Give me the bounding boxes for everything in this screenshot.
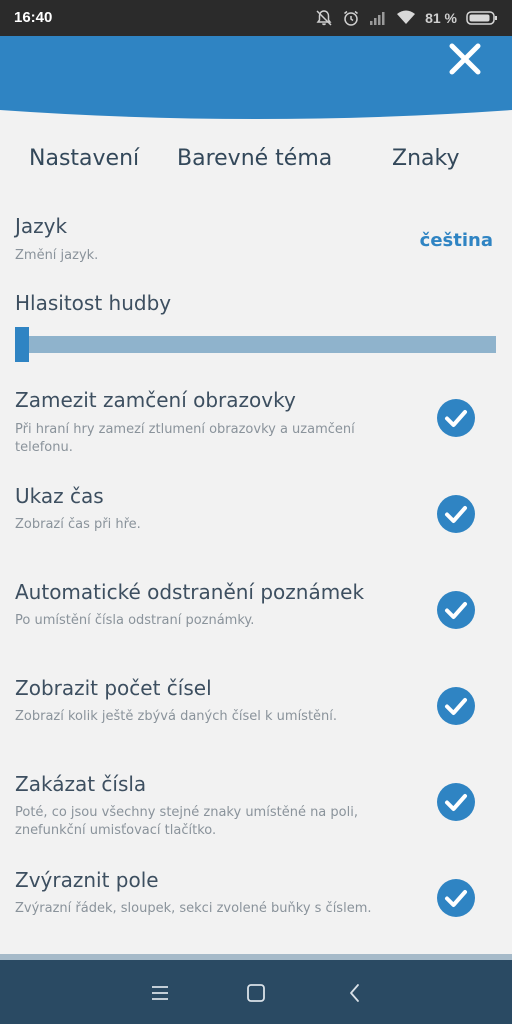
tab-characters[interactable]: Znaky xyxy=(392,146,459,171)
setting-title: Zakázat čísla xyxy=(15,772,147,796)
setting-title: Zamezit zamčení obrazovky xyxy=(15,388,296,412)
setting-description: Při hraní hry zamezí ztlumení obrazovky … xyxy=(15,422,355,455)
language-title: Jazyk xyxy=(15,214,68,238)
status-time: 16:40 xyxy=(14,9,53,26)
setting-description: Po umístění čísla odstraní poznámky. xyxy=(15,613,255,628)
checkbox-checked-icon[interactable] xyxy=(436,782,476,822)
volume-slider-track[interactable] xyxy=(15,336,496,353)
setting-title: Zobrazit počet čísel xyxy=(15,676,212,700)
setting-description: Zobrazí čas při hře. xyxy=(15,517,141,532)
checkbox-checked-icon[interactable] xyxy=(436,686,476,726)
tab-bar: Nastavení Barevné téma Znaky xyxy=(0,140,512,182)
home-icon xyxy=(247,984,265,1002)
status-bar: 16:40 81 % xyxy=(0,0,512,36)
music-volume-title: Hlasitost hudby xyxy=(15,291,172,315)
menu-icon xyxy=(152,986,168,1000)
checkbox-checked-icon[interactable] xyxy=(436,398,476,438)
close-button[interactable] xyxy=(442,36,488,82)
alarm-icon xyxy=(342,9,360,27)
home-button[interactable] xyxy=(241,978,271,1008)
language-description: Změní jazyk. xyxy=(15,248,99,263)
tab-settings[interactable]: Nastavení xyxy=(29,146,139,171)
checkbox-checked-icon[interactable] xyxy=(436,494,476,534)
setting-description: Poté, co jsou všechny stejné znaky umíst… xyxy=(15,805,358,838)
navigation-bar xyxy=(0,960,512,1024)
setting-title: Ukaz čas xyxy=(15,484,104,508)
wifi-icon xyxy=(396,10,416,26)
language-value[interactable]: čeština xyxy=(420,230,493,251)
battery-percent: 81 % xyxy=(425,10,457,26)
back-icon xyxy=(350,984,359,1002)
signal-icon xyxy=(369,10,387,26)
setting-title: Automatické odstranění poznámek xyxy=(15,580,365,604)
mute-icon xyxy=(315,9,333,27)
menu-button[interactable] xyxy=(145,978,175,1008)
header-wave xyxy=(0,36,512,119)
volume-slider-thumb[interactable] xyxy=(15,327,29,362)
checkbox-checked-icon[interactable] xyxy=(436,590,476,630)
checkbox-checked-icon[interactable] xyxy=(436,878,476,918)
tab-color-theme[interactable]: Barevné téma xyxy=(177,146,332,171)
setting-title: Zvýraznit pole xyxy=(15,868,159,892)
setting-description: Zobrazí kolik ještě zbývá daných čísel k… xyxy=(15,709,338,724)
back-button[interactable] xyxy=(340,978,370,1008)
battery-icon xyxy=(466,10,498,26)
setting-description: Zvýrazní řádek, sloupek, sekci zvolené b… xyxy=(15,901,372,916)
status-icons: 81 % xyxy=(315,8,498,28)
header xyxy=(0,36,512,146)
close-icon xyxy=(449,43,481,75)
